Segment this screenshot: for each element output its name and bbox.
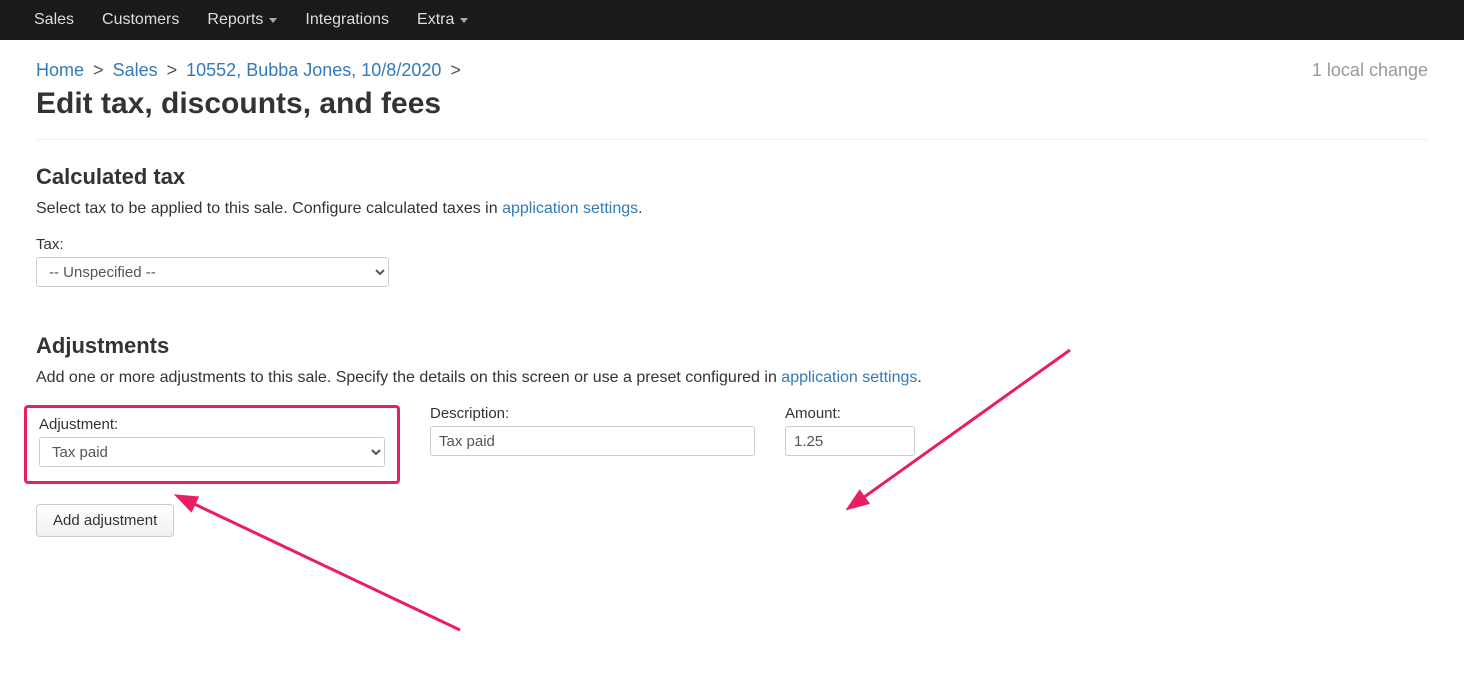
calculated-tax-heading: Calculated tax — [36, 164, 1428, 190]
adjustments-help-pre: Add one or more adjustments to this sale… — [36, 369, 781, 386]
adjustments-help: Add one or more adjustments to this sale… — [36, 369, 1428, 387]
breadcrumb-sep: > — [446, 60, 465, 80]
add-adjustment-button[interactable]: Add adjustment — [36, 504, 174, 537]
caret-down-icon — [460, 18, 468, 23]
adjustment-select[interactable]: Tax paid — [39, 437, 385, 467]
nav-customers[interactable]: Customers — [88, 0, 193, 40]
add-adjustment-label: Add adjustment — [53, 512, 157, 529]
divider — [36, 139, 1428, 140]
adjustments-heading: Adjustments — [36, 333, 1428, 359]
tax-label: Tax: — [36, 236, 1428, 253]
nav-integrations[interactable]: Integrations — [291, 0, 403, 40]
application-settings-link[interactable]: application settings — [781, 369, 917, 386]
caret-down-icon — [269, 18, 277, 23]
nav-sales-label: Sales — [34, 11, 74, 29]
local-changes-status: 1 local change — [1312, 60, 1428, 81]
arrow-annotation-icon — [150, 470, 480, 640]
amount-input[interactable] — [785, 426, 915, 456]
description-input[interactable] — [430, 426, 755, 456]
breadcrumb-sep: > — [163, 60, 182, 80]
nav-integrations-label: Integrations — [305, 11, 389, 29]
breadcrumb-home[interactable]: Home — [36, 60, 84, 80]
calculated-tax-help-post: . — [638, 200, 642, 217]
navbar: Sales Customers Reports Integrations Ext… — [0, 0, 1464, 40]
breadcrumb-sales[interactable]: Sales — [113, 60, 158, 80]
breadcrumb-sep: > — [89, 60, 108, 80]
nav-reports[interactable]: Reports — [193, 0, 291, 40]
calculated-tax-help-pre: Select tax to be applied to this sale. C… — [36, 200, 502, 217]
nav-sales[interactable]: Sales — [20, 0, 88, 40]
application-settings-link[interactable]: application settings — [502, 200, 638, 217]
nav-customers-label: Customers — [102, 11, 179, 29]
nav-extra[interactable]: Extra — [403, 0, 482, 40]
calculated-tax-help: Select tax to be applied to this sale. C… — [36, 200, 1428, 218]
adjustment-row: Adjustment: Tax paid Description: Amount… — [36, 405, 1428, 484]
amount-label: Amount: — [785, 405, 915, 422]
adjustment-label: Adjustment: — [39, 416, 385, 433]
breadcrumb-record[interactable]: 10552, Bubba Jones, 10/8/2020 — [186, 60, 441, 80]
breadcrumb: Home > Sales > 10552, Bubba Jones, 10/8/… — [36, 60, 465, 81]
page-body: Home > Sales > 10552, Bubba Jones, 10/8/… — [0, 40, 1464, 557]
page-title: Edit tax, discounts, and fees — [36, 87, 465, 121]
nav-reports-label: Reports — [207, 11, 263, 29]
adjustments-help-post: . — [917, 369, 921, 386]
tax-select[interactable]: -- Unspecified -- — [36, 257, 389, 287]
description-label: Description: — [430, 405, 755, 422]
adjustment-highlight-box: Adjustment: Tax paid — [24, 405, 400, 484]
nav-extra-label: Extra — [417, 11, 454, 29]
